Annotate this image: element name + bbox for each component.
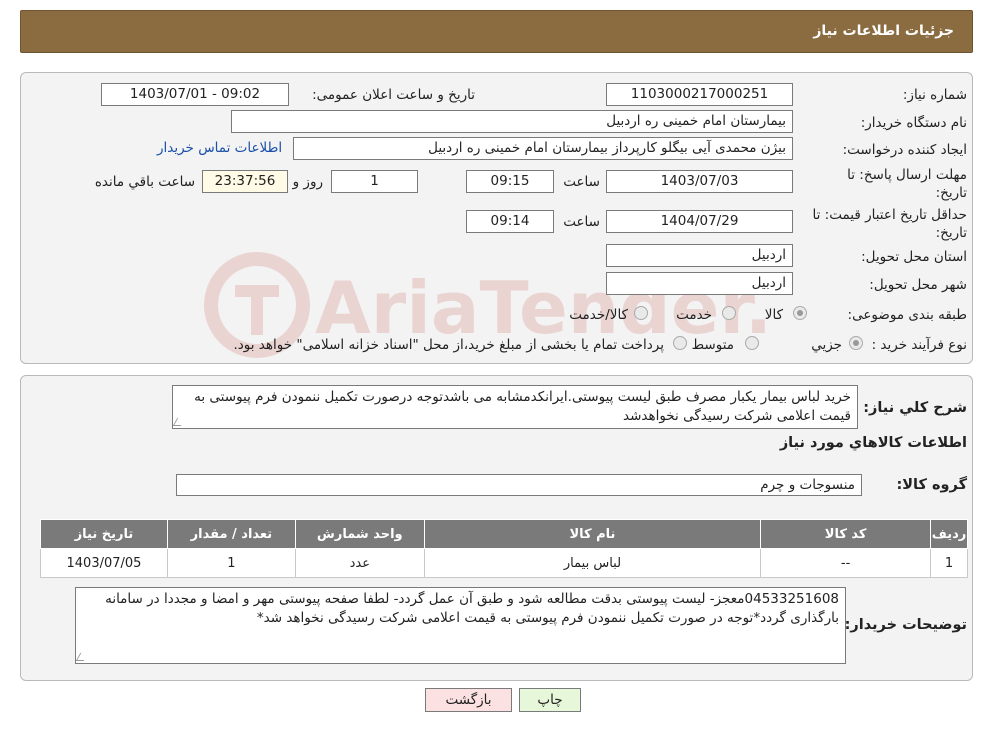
buyer-org-field: بیمارستان امام خمینی ره اردبیل: [231, 110, 793, 133]
purchase-medium-radio[interactable]: [745, 336, 759, 350]
city-label: شهر محل تحویل:: [869, 277, 967, 293]
purchase-minor-label: جزیي: [811, 337, 842, 353]
buyer-notes-text: 04533251608معجز- لیست پیوستی بدقت مطالعه…: [105, 591, 839, 626]
purchase-type-label: نوع فرآیند خرید :: [871, 337, 967, 353]
days-field: 1: [331, 170, 418, 193]
cell-name: لباس بیمار: [423, 548, 762, 578]
treasury-checkbox[interactable]: [673, 336, 687, 350]
deadline-time-field: 09:15: [466, 170, 554, 193]
category-goods-radio[interactable]: [793, 306, 807, 320]
category-label: طبقه بندی موضوعی:: [847, 307, 967, 323]
resize-grip[interactable]: [173, 418, 186, 426]
table-header-row: ردیف کد کالا نام کالا واحد شمارش تعداد /…: [40, 519, 968, 549]
need-number-label: شماره نیاز:: [902, 87, 967, 103]
creator-field: بیژن محمدی آیی بیگلو کارپرداز بیمارستان …: [293, 137, 793, 160]
cell-row: 1: [930, 548, 968, 578]
col-date: تاریخ نیاز: [40, 519, 168, 549]
page-title: جزئیات اطلاعات نیاز: [813, 23, 954, 39]
col-code: کد کالا: [760, 519, 932, 549]
province-label: استان محل تحویل:: [861, 249, 967, 265]
announce-field: 1403/07/01 - 09:02: [101, 83, 289, 106]
category-service-label: خدمت: [676, 307, 712, 323]
buyer-notes-label: توضیحات خریدار:: [844, 617, 967, 633]
deadline-time-label: ساعت: [563, 174, 600, 190]
need-number-field: 1103000217000251: [606, 83, 793, 106]
days-label: روز و: [292, 174, 323, 190]
desc-text: خرید لباس بیمار یکبار مصرف طبق لیست پیوس…: [194, 389, 851, 424]
province-field: اردبیل: [606, 244, 793, 267]
table-row[interactable]: 1 -- لباس بیمار عدد 1 1403/07/05: [40, 548, 968, 578]
print-button[interactable]: چاپ: [519, 688, 581, 712]
purchase-medium-label: متوسط: [691, 337, 734, 353]
validity-label: حداقل تاریخ اعتبار قیمت: تا تاریخ:: [812, 207, 967, 241]
category-goods-service-radio[interactable]: [634, 306, 648, 320]
buyer-notes-textarea[interactable]: 04533251608معجز- لیست پیوستی بدقت مطالعه…: [75, 587, 846, 664]
goods-info-title: اطلاعات کالاهاي مورد نياز: [779, 435, 967, 451]
announce-label: تاریخ و ساعت اعلان عمومی:: [312, 87, 475, 103]
group-label: گروه کالا:: [896, 477, 967, 493]
buyer-org-label: نام دستگاه خریدار:: [860, 115, 967, 131]
validity-date-field: 1404/07/29: [606, 210, 793, 233]
city-field: اردبیل: [606, 272, 793, 295]
desc-label: شرح کلي نياز:: [863, 400, 967, 416]
desc-textarea[interactable]: خرید لباس بیمار یکبار مصرف طبق لیست پیوس…: [172, 385, 858, 429]
announce-value: 1403/07/01 - 09:02: [129, 86, 261, 102]
validity-time-field: 09:14: [466, 210, 554, 233]
creator-label: ایجاد کننده درخواست:: [842, 142, 967, 158]
remaining-label: ساعت باقي مانده: [94, 174, 195, 190]
col-qty: تعداد / مقدار: [166, 519, 296, 549]
cell-date: 1403/07/05: [40, 548, 168, 578]
deadline-date-field: 1403/07/03: [606, 170, 793, 193]
remaining-time-field: 23:37:56: [202, 170, 288, 193]
deadline-label: مهلت ارسال پاسخ: تا تاریخ:: [847, 167, 967, 201]
group-field: منسوجات و چرم: [176, 474, 862, 496]
col-row: ردیف: [930, 519, 968, 549]
page-header: جزئیات اطلاعات نیاز: [20, 10, 973, 53]
purchase-note: پرداخت تمام یا بخشی از مبلغ خرید،از محل …: [233, 337, 664, 353]
validity-time-label: ساعت: [563, 214, 600, 230]
items-table: ردیف کد کالا نام کالا واحد شمارش تعداد /…: [40, 519, 968, 578]
cell-code: --: [760, 548, 932, 578]
purchase-minor-radio[interactable]: [849, 336, 863, 350]
resize-grip[interactable]: [76, 653, 89, 661]
category-service-radio[interactable]: [722, 306, 736, 320]
cell-unit: عدد: [294, 548, 425, 578]
buyer-contact-link[interactable]: اطلاعات تماس خریدار: [157, 140, 282, 156]
cell-qty: 1: [166, 548, 296, 578]
back-button[interactable]: بازگشت: [425, 688, 512, 712]
col-name: نام کالا: [423, 519, 762, 549]
category-goods-service-label: کالا/خدمت: [569, 307, 628, 323]
category-goods-label: کالا: [764, 307, 783, 323]
col-unit: واحد شمارش: [294, 519, 425, 549]
